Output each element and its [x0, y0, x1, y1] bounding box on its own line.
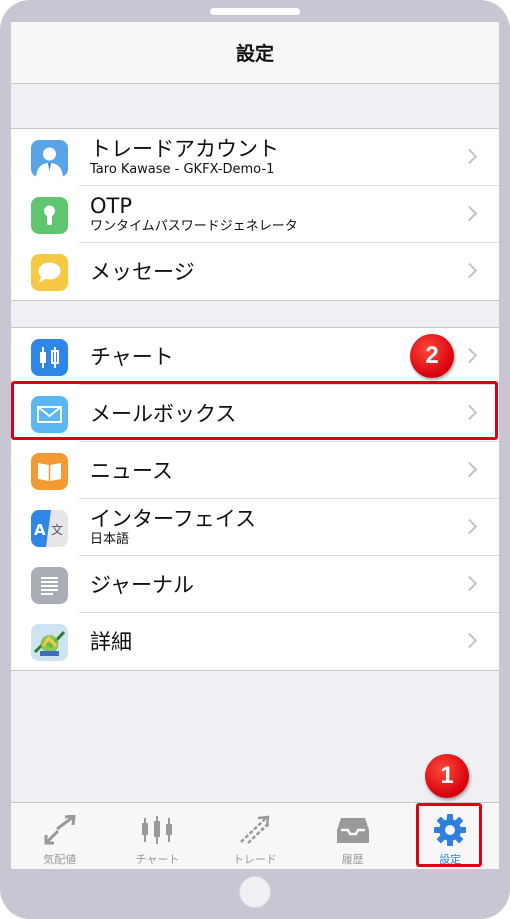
svg-text:A: A — [34, 521, 46, 539]
row-sublabel: ワンタイムパスワードジェネレータ — [90, 219, 298, 234]
tab-history[interactable]: 履歴 — [304, 803, 402, 869]
settings-row-details[interactable]: 詳細 — [11, 613, 499, 670]
chevron-right-icon — [461, 461, 478, 478]
row-label: ニュース — [90, 458, 173, 483]
phone-speaker — [210, 8, 300, 15]
chevron-right-icon — [461, 518, 478, 535]
chat-bubble-icon — [31, 254, 68, 291]
chevron-right-icon — [461, 575, 478, 592]
tab-quotes[interactable]: 気配値 — [11, 803, 109, 869]
row-label: OTP — [90, 194, 133, 218]
metatrader-icon — [31, 624, 68, 661]
row-label: 詳細 — [90, 629, 132, 654]
row-label: トレードアカウント — [90, 137, 279, 161]
app-screen: 設定 トレードアカウント Taro Kawase - GKFX-Demo-1 O… — [11, 22, 499, 869]
user-icon — [31, 140, 68, 177]
tab-chart[interactable]: チャート — [109, 803, 207, 869]
history-tray-icon — [333, 813, 373, 847]
page-title: 設定 — [235, 43, 274, 65]
mailbox-highlight — [11, 381, 498, 440]
settings-group-account: トレードアカウント Taro Kawase - GKFX-Demo-1 OTP … — [11, 128, 499, 301]
settings-tab-highlight — [416, 803, 482, 867]
candlestick-icon — [31, 339, 68, 376]
chevron-right-icon — [461, 632, 478, 649]
translate-icon: A 文 — [31, 510, 68, 547]
document-lines-icon — [31, 567, 68, 604]
settings-row-news[interactable]: ニュース — [11, 442, 499, 499]
chevron-right-icon — [461, 347, 478, 364]
row-label: インターフェイス — [90, 507, 257, 531]
settings-row-trade-account[interactable]: トレードアカウント Taro Kawase - GKFX-Demo-1 — [11, 129, 499, 186]
step-badge-2: 2 — [410, 334, 454, 378]
tab-trade[interactable]: トレード — [206, 803, 304, 869]
settings-row-journal[interactable]: ジャーナル — [11, 556, 499, 613]
chevron-right-icon — [461, 148, 478, 165]
row-label: ジャーナル — [90, 572, 194, 597]
quotes-arrows-icon — [40, 813, 80, 847]
settings-row-otp[interactable]: OTP ワンタイムパスワードジェネレータ — [11, 186, 499, 243]
settings-row-messages[interactable]: メッセージ — [11, 243, 499, 300]
trade-arrows-icon — [235, 813, 275, 847]
tab-label: チャート — [135, 853, 180, 866]
tab-label: トレード — [232, 853, 277, 866]
keyhole-icon — [31, 197, 68, 234]
tab-label: 履歴 — [341, 853, 364, 866]
settings-row-interface[interactable]: A 文 インターフェイス 日本語 — [11, 499, 499, 556]
tab-label: 気配値 — [43, 853, 77, 866]
book-icon — [31, 453, 68, 490]
step-badge-1: 1 — [425, 754, 469, 798]
chevron-right-icon — [461, 262, 478, 279]
row-sublabel: Taro Kawase - GKFX-Demo-1 — [90, 162, 275, 177]
row-sublabel: 日本語 — [90, 532, 130, 547]
row-label: メッセージ — [90, 259, 195, 284]
phone-frame: 設定 トレードアカウント Taro Kawase - GKFX-Demo-1 O… — [0, 0, 510, 919]
svg-text:文: 文 — [51, 522, 63, 537]
settings-group-app: チャート メールボックス ニュース A 文 インターフェイス 日本語 ジャーナル… — [11, 327, 499, 671]
home-button[interactable] — [239, 876, 271, 908]
row-label: チャート — [90, 344, 174, 369]
candlestick-icon — [137, 813, 177, 847]
navigation-bar: 設定 — [11, 22, 499, 84]
chevron-right-icon — [461, 205, 478, 222]
